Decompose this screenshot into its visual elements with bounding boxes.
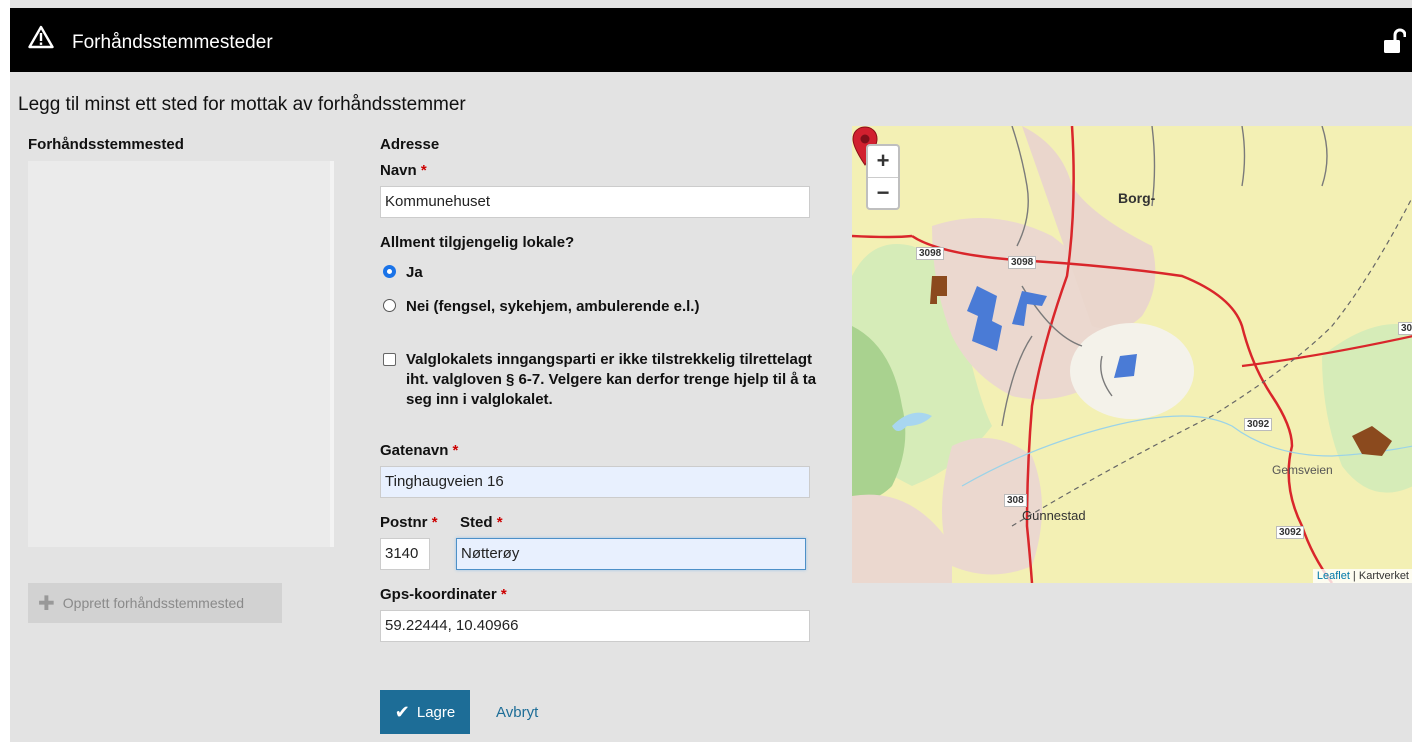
top-bar: Forhåndsstemmesteder xyxy=(10,8,1412,72)
app-frame: Forhåndsstemmesteder Legg til minst ett … xyxy=(10,0,1412,742)
zoom-control: + − xyxy=(866,144,900,210)
radio-ja[interactable] xyxy=(383,265,396,278)
public-access-question: Allment tilgjengelig lokale? xyxy=(380,234,575,251)
leaflet-link[interactable]: Leaflet xyxy=(1317,570,1350,582)
plus-icon: ✚ xyxy=(38,592,55,615)
road-label-3092-b: 3092 xyxy=(1276,526,1305,539)
app-title: Forhåndsstemmesteder xyxy=(72,32,273,53)
map-label-gunnestad: Gunnestad xyxy=(1022,508,1086,523)
gps-input[interactable]: 59.22444, 10.40966 xyxy=(380,610,810,642)
road-label-308: 308 xyxy=(1004,494,1027,507)
zoom-out-button[interactable]: − xyxy=(868,178,898,209)
radio-nei[interactable] xyxy=(383,299,396,312)
road-label-30: 30 xyxy=(1398,322,1412,335)
address-section-title: Adresse xyxy=(380,136,440,153)
page-heading: Legg til minst ett sted for mottak av fo… xyxy=(18,94,466,115)
check-icon: ✔ xyxy=(394,701,410,722)
road-3098-west xyxy=(852,234,913,239)
map-view[interactable]: Borg- Gunnestad Gemsveien 3098 3098 3092… xyxy=(852,126,1412,583)
postnr-input[interactable]: 3140 xyxy=(380,538,430,570)
accessibility-checkbox-label: Valglokalets inngangsparti er ikke tilst… xyxy=(406,351,817,408)
save-button[interactable]: ✔ Lagre xyxy=(380,690,470,734)
zoom-in-button[interactable]: + xyxy=(868,146,898,178)
name-input[interactable]: Kommunehuset xyxy=(380,186,810,218)
gps-label: Gps-koordinater * xyxy=(380,586,507,603)
radio-ja-label: Ja xyxy=(406,264,423,281)
radio-nei-label: Nei (fengsel, sykehjem, ambulerende e.l.… xyxy=(406,298,700,315)
road-label-3098-a: 3098 xyxy=(916,247,945,260)
polling-place-list[interactable] xyxy=(28,161,334,547)
forest-area-east xyxy=(1322,324,1412,493)
road-label-3092-a: 3092 xyxy=(1244,418,1273,431)
street-label: Gatenavn * xyxy=(380,442,459,459)
name-label: Navn * xyxy=(380,162,427,179)
residential-area-sw xyxy=(852,494,952,583)
map-label-borg: Borg- xyxy=(1118,190,1156,206)
unlock-icon[interactable] xyxy=(1384,28,1406,54)
street-input[interactable]: Tinghaugveien 16 xyxy=(380,466,810,498)
postnr-label: Postnr * xyxy=(380,514,438,531)
map-label-gemsveien: Gemsveien xyxy=(1272,463,1333,477)
attribution-separator: | xyxy=(1349,570,1359,582)
place-label: Sted * xyxy=(460,514,503,531)
place-input[interactable]: Nøtterøy xyxy=(456,538,806,570)
create-button-label: Opprett forhåndsstemmested xyxy=(62,595,245,611)
warning-triangle-icon xyxy=(28,25,54,49)
attribution-source: Kartverket xyxy=(1358,570,1409,582)
save-button-label: Lagre xyxy=(416,703,456,721)
list-label: Forhåndsstemmested xyxy=(28,136,184,153)
create-polling-place-button[interactable]: ✚ Opprett forhåndsstemmested xyxy=(28,583,282,623)
accessibility-checkbox[interactable] xyxy=(383,353,396,366)
map-attribution: Leaflet | Kartverket xyxy=(1312,569,1412,583)
cancel-link[interactable]: Avbryt xyxy=(496,704,538,721)
road-label-3098-b: 3098 xyxy=(1008,256,1037,269)
